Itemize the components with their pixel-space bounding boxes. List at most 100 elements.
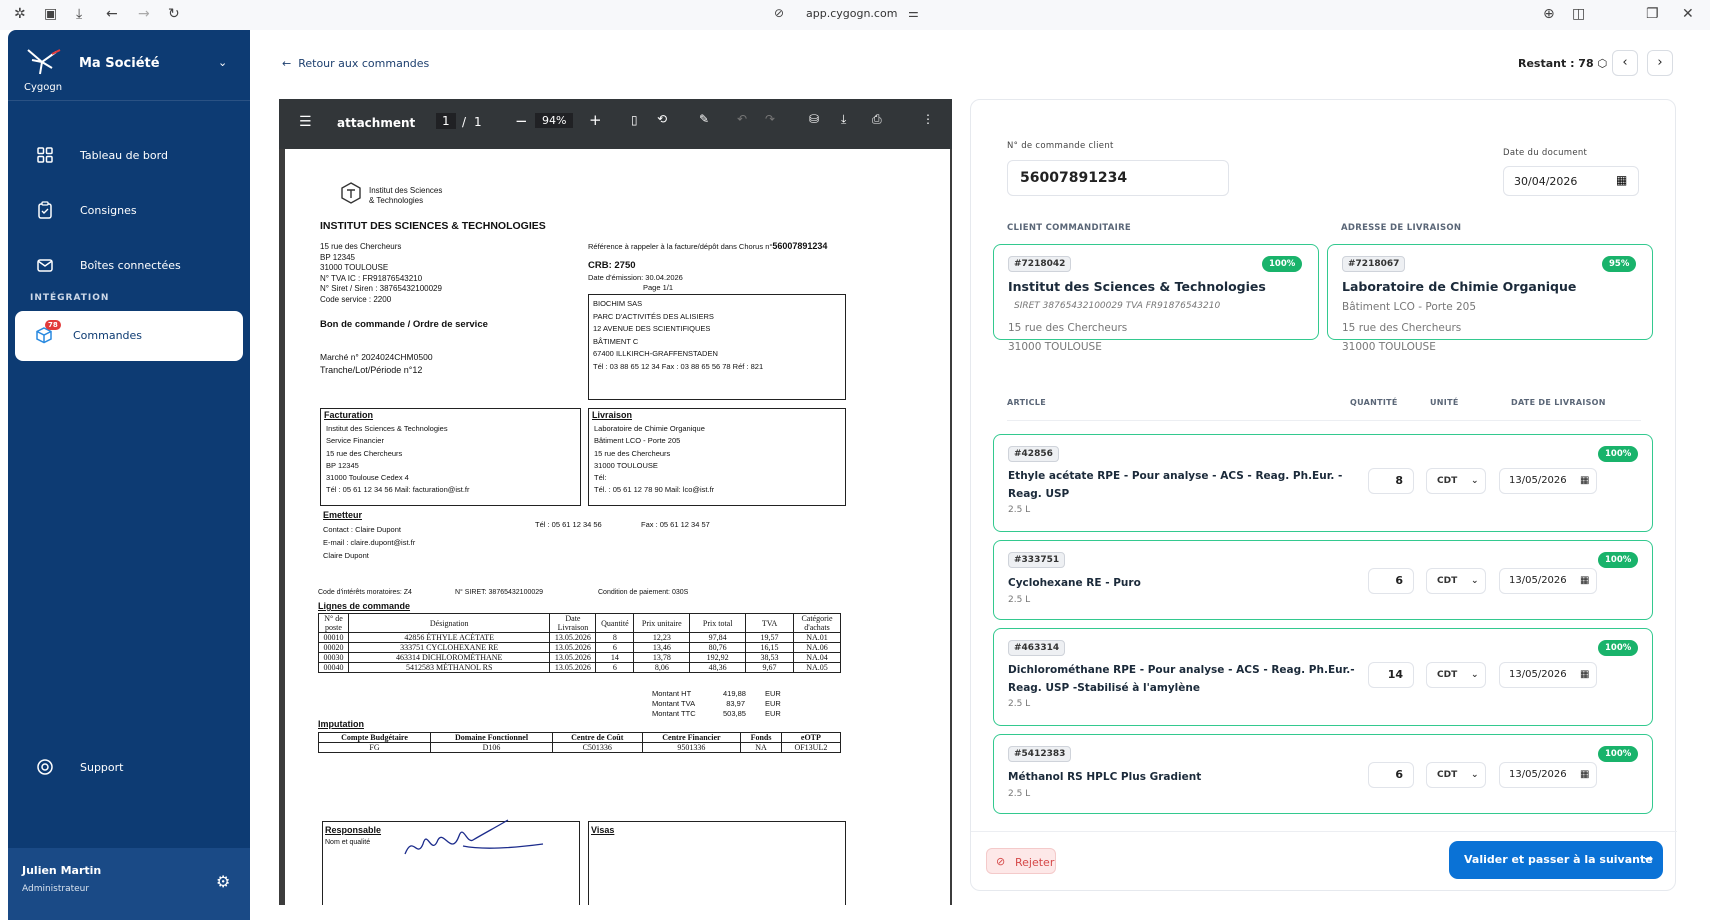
chevron-left-icon: ‹: [1622, 55, 1628, 70]
delivery-card[interactable]: #7218067 95% Laboratoire de Chimie Organ…: [1327, 244, 1653, 353]
item-name: Dichlorométhane RPE - Pour analyse - ACS…: [1008, 664, 1355, 694]
quantity-input[interactable]: 14: [1368, 662, 1414, 688]
chevron-down-icon[interactable]: ⌄: [218, 56, 227, 69]
extension-icon[interactable]: ✲: [14, 6, 26, 22]
calendar-icon: ▦: [1580, 769, 1590, 780]
sidebar-toggle-icon[interactable]: ▣: [44, 6, 57, 22]
delivery-date-input[interactable]: 13/05/2026 ▦: [1499, 468, 1597, 494]
line-item[interactable]: #333751 100% Cyclohexane RE - Puro 2.5 L…: [993, 540, 1653, 620]
lifebuoy-icon: [37, 759, 53, 775]
item-size: 2.5 L: [1008, 505, 1031, 515]
match-badge: 100%: [1598, 746, 1639, 762]
issuer-title: Emetteur: [323, 510, 363, 520]
quantity-input[interactable]: 6: [1368, 762, 1414, 788]
unit-select[interactable]: CDT ⌄: [1426, 568, 1486, 594]
ban-icon: ⊘: [996, 855, 1006, 868]
clipboard-icon: [38, 201, 52, 219]
page-separator: /: [462, 115, 467, 129]
fit-page-icon[interactable]: ▯: [631, 113, 638, 127]
reject-button[interactable]: ⊘ Rejeter: [986, 848, 1056, 874]
item-id: #42856: [1008, 446, 1059, 462]
previous-order-button[interactable]: ‹: [1612, 50, 1638, 76]
sidebar-item-consignes[interactable]: Consignes: [22, 192, 250, 230]
line-item[interactable]: #463314 100% Dichlorométhane RPE - Pour …: [993, 628, 1653, 726]
client-id: #7218042: [1008, 256, 1072, 272]
forward-arrow-icon[interactable]: →: [138, 6, 150, 22]
order-number-input[interactable]: 56007891234: [1007, 160, 1229, 196]
imputation-table: Compte Budgétaire Domaine Fonctionnel Cent…: [317, 732, 842, 753]
zoom-in-icon[interactable]: +: [589, 111, 602, 129]
validate-next-button[interactable]: Valider et passer à la suivante →: [1449, 841, 1663, 879]
sidebar-item-label: Consignes: [80, 204, 137, 217]
sidebar-item-commandes[interactable]: 78 Commandes: [15, 311, 243, 361]
next-order-button[interactable]: ›: [1647, 50, 1673, 76]
page-input[interactable]: 1: [436, 113, 456, 129]
zoom-level[interactable]: 94%: [535, 113, 574, 128]
download-icon[interactable]: ⤓: [76, 6, 82, 22]
brand-name: Cygogn: [24, 82, 63, 93]
institute-address: 15 rue des Chercheurs BP 12345 31000 TOULO…: [320, 242, 442, 304]
quantity-input[interactable]: 8: [1368, 468, 1414, 494]
client-name: Institut des Sciences & Technologies: [1008, 279, 1266, 294]
issuer-tel: Tél : 05 61 12 34 56: [535, 520, 602, 529]
rotate-icon[interactable]: ⟲: [657, 112, 667, 126]
document-date-input[interactable]: 30/04/2026 ▦: [1503, 166, 1639, 196]
more-options-icon[interactable]: ⋮: [922, 112, 934, 126]
back-arrow-icon[interactable]: ←: [106, 6, 118, 22]
reload-icon[interactable]: ↻: [168, 6, 180, 22]
quantity-input[interactable]: 6: [1368, 568, 1414, 594]
sidebar-item-mailboxes[interactable]: Boîtes connectées: [22, 247, 250, 285]
sidebar-item-support[interactable]: Support: [22, 749, 250, 787]
user-panel: Julien Martin Administrateur ⚙: [8, 848, 250, 920]
globe-icon[interactable]: ⊕: [1543, 6, 1555, 22]
table-row: 00030 463314 DICHLOROMÉTHANE 13.05.2026 14 1…: [318, 652, 842, 663]
supplier-box: BIOCHIM SAS PARC D'ACTIVITÉS DES ALISIERS…: [588, 294, 846, 400]
link-icon: ⊘: [774, 6, 785, 20]
zoom-out-icon[interactable]: −: [515, 112, 528, 130]
line-item[interactable]: #5412383 100% Méthanol RS HPLC Plus Grad…: [993, 734, 1653, 814]
gear-icon[interactable]: ⚙: [216, 872, 230, 891]
delivery-city: 31000 TOULOUSE: [1342, 341, 1436, 353]
emission-date: Date d'émission: 30.04.2026: [588, 273, 683, 282]
brand-logo: Cygogn: [22, 46, 82, 98]
delivery-date-input[interactable]: 13/05/2026 ▦: [1499, 662, 1597, 688]
cube-icon: ⬡: [1597, 57, 1608, 70]
restore-window-icon[interactable]: ❐: [1646, 6, 1659, 22]
annotate-icon[interactable]: ✎: [699, 112, 709, 126]
calendar-icon[interactable]: ▦: [1616, 173, 1627, 187]
redo-icon[interactable]: ↷: [765, 112, 775, 126]
reject-label: Rejeter: [1015, 856, 1055, 869]
grid-icon: [37, 147, 53, 163]
crb: CRB: 2750: [588, 260, 636, 271]
print-icon[interactable]: ⎙: [872, 112, 882, 127]
menu-icon[interactable]: ☰: [299, 114, 312, 130]
address-bar[interactable]: app.cygogn.com: [806, 7, 897, 20]
back-label: Retour aux commandes: [298, 57, 430, 70]
back-to-orders-link[interactable]: ← Retour aux commandes: [282, 57, 429, 70]
unit-select[interactable]: CDT ⌄: [1426, 762, 1486, 788]
sidebar-item-label: Tableau de bord: [80, 149, 168, 162]
billing-box: Facturation Institut des Sciences & Tech…: [320, 408, 581, 506]
site-settings-icon[interactable]: ⚌: [908, 6, 919, 20]
mail-icon: [37, 259, 53, 272]
delivery-date-input[interactable]: 13/05/2026 ▦: [1499, 762, 1597, 788]
sidebar-item-label: Support: [80, 761, 124, 774]
notification-badge: 78: [45, 320, 61, 330]
undo-icon[interactable]: ↶: [737, 112, 747, 126]
delivery-date-input[interactable]: 13/05/2026 ▦: [1499, 568, 1597, 594]
client-section-title: CLIENT COMMANDITAIRE: [1007, 223, 1132, 233]
line-item[interactable]: #42856 100% Ethyle acétate RPE - Pour an…: [993, 434, 1653, 532]
unit-select[interactable]: CDT ⌄: [1426, 468, 1486, 494]
client-card[interactable]: #7218042 100% Institut des Sciences & Te…: [993, 244, 1319, 353]
save-icon[interactable]: ⛁: [809, 112, 819, 126]
unit-select[interactable]: CDT ⌄: [1426, 662, 1486, 688]
divider: [8, 100, 250, 101]
close-window-icon[interactable]: ✕: [1682, 6, 1694, 22]
sidebar-item-dashboard[interactable]: Tableau de bord: [22, 137, 250, 175]
company-name[interactable]: Ma Société: [79, 56, 160, 71]
item-size: 2.5 L: [1008, 699, 1031, 709]
download-icon[interactable]: ⤓: [841, 112, 846, 127]
split-view-icon[interactable]: ◫: [1572, 6, 1585, 22]
chevron-down-icon: ⌄: [1471, 476, 1479, 486]
match-badge: 95%: [1602, 256, 1637, 272]
